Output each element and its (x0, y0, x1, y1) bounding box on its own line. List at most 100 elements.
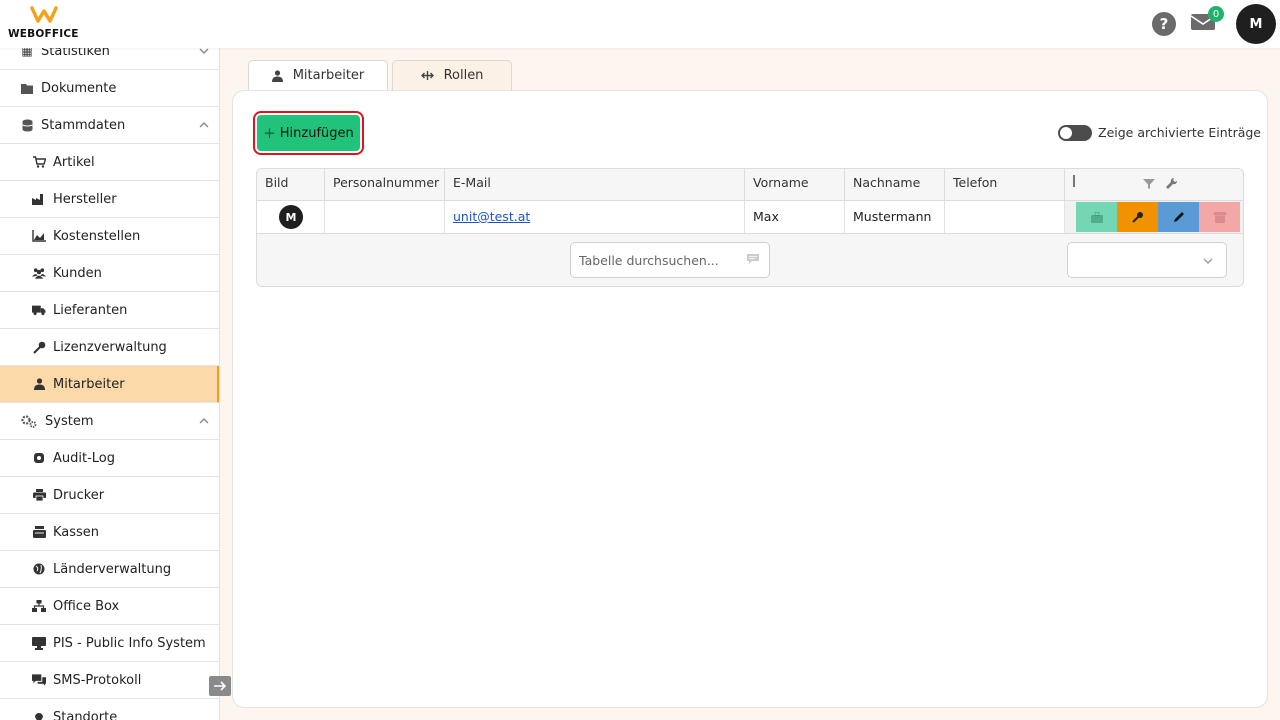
tab-mitarbeiter[interactable]: Mitarbeiter (248, 60, 388, 90)
sidebar-item-label: Dokumente (41, 80, 117, 96)
plus-icon: + (263, 124, 276, 142)
sidebar-collapse-button[interactable] (209, 676, 231, 696)
sidebar-item-kassen[interactable]: Kassen (0, 514, 219, 551)
chevron-down-icon (199, 48, 209, 54)
cart-icon (32, 155, 46, 169)
cell-personalnummer (325, 201, 445, 233)
sidebar-item-statistiken[interactable]: ▦ Statistiken (0, 48, 219, 70)
table-search (570, 242, 770, 278)
sidebar-item-label: Stammdaten (41, 117, 126, 133)
wrench-icon[interactable] (1165, 177, 1178, 190)
column-header-nachname[interactable]: Nachname (845, 169, 945, 201)
sidebar-item-system[interactable]: System (0, 403, 219, 440)
chevron-up-icon (199, 418, 209, 424)
sidebar-item-label: System (45, 413, 94, 429)
user-avatar[interactable]: M (1236, 4, 1276, 44)
sidebar-item-artikel[interactable]: Artikel (0, 144, 219, 181)
sidebar-item-lieferanten[interactable]: Lieferanten (0, 292, 219, 329)
column-header-email[interactable]: E-Mail (445, 169, 745, 201)
sidebar-item-label: SMS-Protokoll (53, 672, 142, 688)
sidebar-item-label: Lieferanten (53, 302, 128, 318)
cell-email: unit@test.at (445, 201, 745, 233)
mail-count-badge: 0 (1208, 6, 1224, 22)
sidebar-item-pis[interactable]: PIS - Public Info System (0, 625, 219, 662)
user-secret-icon (32, 451, 46, 465)
table-row[interactable]: M unit@test.at Max Mustermann (257, 201, 1243, 234)
database-icon (20, 118, 34, 132)
password-key-button[interactable] (1117, 202, 1158, 232)
sidebar-item-kostenstellen[interactable]: Kostenstellen (0, 218, 219, 255)
sidebar-item-label: Kostenstellen (53, 228, 141, 244)
sidebar-item-drucker[interactable]: Drucker (0, 477, 219, 514)
column-header-actions (1065, 169, 1243, 201)
sidebar-item-dokumente[interactable]: Dokumente (0, 70, 219, 107)
sidebar-item-kunden[interactable]: Kunden (0, 255, 219, 292)
cell-actions (1065, 201, 1243, 233)
column-header-personalnummer[interactable]: Personalnummer (325, 169, 445, 201)
key-icon (1131, 212, 1143, 223)
filter-icon[interactable] (1143, 178, 1155, 190)
sidebar-item-office-box[interactable]: Office Box (0, 588, 219, 625)
arrows-icon (420, 70, 434, 81)
logo-text: WEBOFFICE (8, 28, 79, 40)
help-button[interactable]: ? (1152, 12, 1176, 36)
chart-icon: ▦ (21, 48, 33, 58)
email-link[interactable]: unit@test.at (453, 209, 530, 224)
sidebar-item-standorte[interactable]: Standorte (0, 699, 219, 720)
archive-button[interactable] (1076, 202, 1117, 232)
location-pin-icon (32, 710, 46, 720)
edit-button[interactable] (1158, 202, 1199, 232)
cash-register-icon (32, 525, 46, 539)
employee-table: Bild Personalnummer E-Mail Vorname Nachn… (256, 168, 1244, 287)
table-search-input[interactable] (571, 243, 741, 277)
table-header: Bild Personalnummer E-Mail Vorname Nachn… (257, 169, 1243, 201)
cell-bild: M (257, 201, 325, 233)
cell-nachname: Mustermann (845, 201, 945, 233)
sidebar-item-label: Drucker (53, 487, 105, 503)
sidebar-item-label: PIS - Public Info System (53, 635, 206, 651)
delete-button[interactable] (1199, 202, 1240, 232)
archive-toggle[interactable] (1058, 125, 1092, 141)
comment-icon (747, 254, 759, 264)
briefcase-icon (1090, 211, 1103, 223)
sidebar-item-stammdaten[interactable]: Stammdaten (0, 107, 219, 144)
column-header-bild[interactable]: Bild (257, 169, 325, 201)
top-bar: WEBOFFICE ? 0 M (0, 0, 1280, 48)
cell-telefon (945, 201, 1065, 233)
sidebar-item-label: Länderverwaltung (53, 561, 172, 577)
archive-box-icon (1213, 211, 1226, 223)
network-icon (32, 599, 46, 613)
column-header-vorname[interactable]: Vorname (745, 169, 845, 201)
cogs-icon (20, 414, 38, 428)
sidebar-item-laenderverwaltung[interactable]: Länderverwaltung (0, 551, 219, 588)
sidebar-item-label: Mitarbeiter (53, 376, 125, 392)
sidebar-item-audit-log[interactable]: Audit-Log (0, 440, 219, 477)
tab-label: Rollen (443, 68, 484, 83)
sidebar-item-lizenzverwaltung[interactable]: Lizenzverwaltung (0, 329, 219, 366)
area-chart-icon (32, 229, 46, 243)
sidebar-item-label: Office Box (53, 598, 120, 614)
archive-toggle-label: Zeige archivierte Einträge (1098, 125, 1262, 140)
users-icon (32, 266, 46, 280)
column-header-telefon[interactable]: Telefon (945, 169, 1065, 201)
sms-icon (32, 673, 46, 687)
arrow-right-icon (214, 681, 227, 691)
employee-avatar: M (279, 205, 303, 229)
sidebar-item-label: Statistiken (41, 48, 110, 59)
pencil-icon (1173, 212, 1184, 222)
sidebar-item-mitarbeiter[interactable]: Mitarbeiter (0, 366, 219, 403)
chevron-down-icon (1203, 258, 1213, 264)
sidebar-item-label: Kunden (53, 265, 102, 281)
sidebar-item-label: Audit-Log (53, 450, 116, 466)
printer-icon (32, 488, 46, 502)
cell-vorname: Max (745, 201, 845, 233)
monitor-icon (32, 636, 46, 650)
page-size-select[interactable] (1067, 242, 1227, 278)
add-button[interactable]: + Hinzufügen (257, 115, 360, 151)
factory-icon (32, 192, 46, 206)
sidebar-item-sms-protokoll[interactable]: SMS-Protokoll (0, 662, 219, 699)
column-resize-handle[interactable] (1073, 175, 1075, 187)
tab-rollen[interactable]: Rollen (392, 60, 512, 90)
sidebar-item-hersteller[interactable]: Hersteller (0, 181, 219, 218)
logo[interactable]: WEBOFFICE (8, 6, 88, 42)
